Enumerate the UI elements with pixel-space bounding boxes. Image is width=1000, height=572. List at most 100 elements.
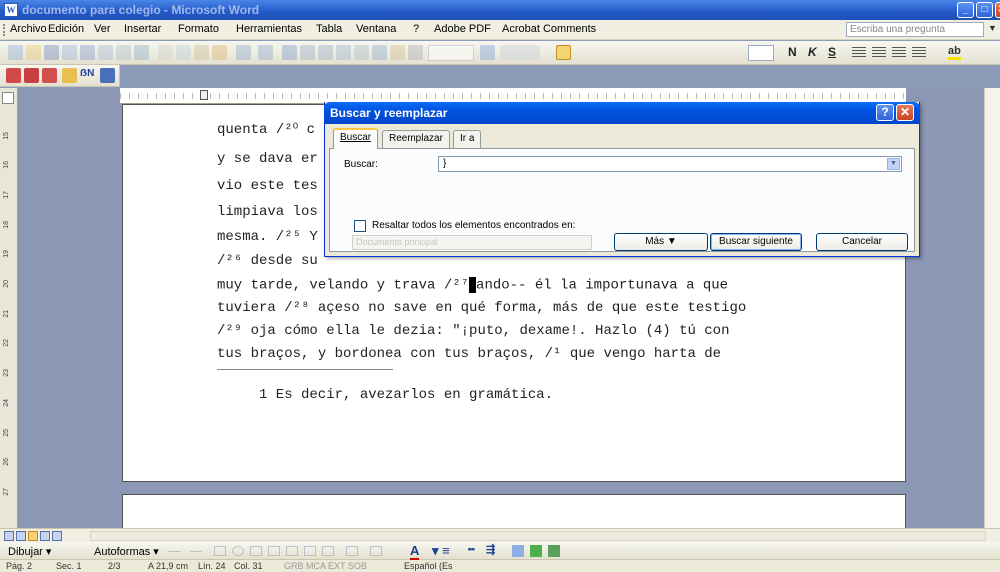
read-mode-icon[interactable] [500,45,540,60]
wordart-icon[interactable] [268,546,280,556]
dialog-close-button[interactable]: ✕ [896,104,914,121]
chevron-down-icon[interactable]: ▼ [887,158,900,170]
zoom-select[interactable] [428,45,474,61]
align-center-icon[interactable] [872,47,886,58]
more-button[interactable]: Más ▼ [614,233,708,251]
arrow-style-icon[interactable]: ⇶ [486,543,495,556]
italic-button[interactable]: K [808,45,817,59]
draw-menu-button[interactable]: Dibujar ▾ [8,545,51,558]
menu-herramientas[interactable]: Herramientas [236,23,302,35]
shadow-style-icon[interactable] [512,545,524,557]
menu-tabla[interactable]: Tabla [316,23,342,35]
align-left-icon[interactable] [852,47,866,58]
undo-icon[interactable] [236,45,251,60]
permission-icon[interactable] [62,45,77,60]
align-right-icon[interactable] [892,47,906,58]
menu-edicion[interactable]: Edición [48,23,84,35]
status-modes[interactable]: GRB MCA EXT SOB [284,561,367,571]
tab-reemplazar[interactable]: Reemplazar [382,130,450,148]
tab-ir-a[interactable]: Ir a [453,130,482,148]
highlight-icon[interactable]: ab [948,45,961,60]
open-folder-icon[interactable] [26,45,41,60]
save-icon[interactable] [44,45,59,60]
menu-formato[interactable]: Formato [178,23,219,35]
menu-acrobat-comments[interactable]: Acrobat Comments [502,23,596,35]
menu-help[interactable]: ? [413,23,419,35]
dialog-title-bar[interactable]: Buscar y reemplazar ? ✕ [324,102,920,124]
paste-icon[interactable] [194,45,209,60]
rectangle-icon[interactable] [214,546,226,556]
format-painter-icon[interactable] [212,45,227,60]
fx-icon[interactable]: ẞN [80,68,94,79]
columns-icon[interactable] [354,45,369,60]
cut-icon[interactable] [158,45,173,60]
font-size-select[interactable] [748,45,774,61]
dialog-help-button[interactable]: ? [876,104,894,121]
3d-style-icon[interactable] [530,545,542,557]
indent-marker[interactable] [200,90,208,100]
line-spacing-icon[interactable] [912,47,926,58]
bold-button[interactable]: N [788,45,797,59]
web-view-button[interactable] [16,531,26,541]
highlight-all-label[interactable]: Resaltar todos los elementos encontrados… [372,220,575,231]
tab-buscar[interactable]: Buscar [333,128,379,149]
drawing-icon[interactable] [372,45,387,60]
clipart-icon[interactable] [304,546,316,556]
highlight-all-checkbox[interactable] [354,220,366,232]
email-icon[interactable] [80,45,95,60]
font-color-icon[interactable]: A [410,543,420,561]
next-page[interactable] [122,494,906,528]
print-icon[interactable] [98,45,113,60]
underline-button[interactable]: S [828,45,836,59]
redo-icon[interactable] [258,45,273,60]
menu-ventana[interactable]: Ventana [356,23,396,35]
menu-archivo[interactable]: Archivo [10,23,47,35]
chevron-down-icon[interactable]: ▼ [988,23,997,33]
normal-view-button[interactable] [4,531,14,541]
maximize-button[interactable]: □ [976,2,993,18]
diagram-icon[interactable] [286,546,298,556]
hyperlink-icon[interactable] [282,45,297,60]
toolbar-options-icon[interactable] [548,545,560,557]
vertical-scrollbar[interactable] [984,88,1000,528]
search-input[interactable]: } ▼ [438,156,902,172]
text-box-icon[interactable] [250,546,262,556]
print-layout-button[interactable] [28,531,38,541]
outline-view-button[interactable] [40,531,50,541]
menu-adobe-pdf[interactable]: Adobe PDF [434,23,491,35]
print-preview-icon[interactable] [116,45,131,60]
horizontal-scrollbar[interactable] [90,531,986,541]
oval-icon[interactable] [232,546,244,556]
show-hide-icon[interactable] [408,45,423,60]
insert-table-icon[interactable] [318,45,333,60]
menu-ver[interactable]: Ver [94,23,111,35]
styles-icon[interactable] [556,45,571,60]
word-app-icon[interactable]: W [4,3,18,17]
help-icon[interactable] [480,45,495,60]
comment-icon[interactable] [62,68,77,83]
reading-view-button[interactable] [52,531,62,541]
spelling-icon[interactable] [134,45,149,60]
tables-borders-icon[interactable] [300,45,315,60]
copy-icon[interactable] [176,45,191,60]
cancel-button[interactable]: Cancelar [816,233,908,251]
insert-excel-icon[interactable] [336,45,351,60]
reviewing-pane-icon[interactable] [100,68,115,83]
track-changes-icon[interactable] [6,68,21,83]
tab-selector[interactable] [2,92,14,104]
fill-color-icon[interactable] [346,546,358,556]
autoshapes-button[interactable]: Autoformas ▾ [94,545,159,558]
accept-change-icon[interactable] [24,68,39,83]
help-question-input[interactable]: Escriba una pregunta [846,22,984,37]
menu-insertar[interactable]: Insertar [124,23,161,35]
line-style-icon[interactable]: ▾ ≡ [432,543,450,559]
minimize-button[interactable]: _ [957,2,974,18]
close-window-button[interactable]: ✕ [995,2,1000,18]
new-document-icon[interactable] [8,45,23,60]
reject-change-icon[interactable] [42,68,57,83]
picture-icon[interactable] [322,546,334,556]
line-color-icon[interactable] [370,546,382,556]
find-next-button[interactable]: Buscar siguiente [710,233,802,251]
menu-grip-handle[interactable] [3,24,6,36]
dash-style-icon[interactable]: ╍ [468,543,475,556]
